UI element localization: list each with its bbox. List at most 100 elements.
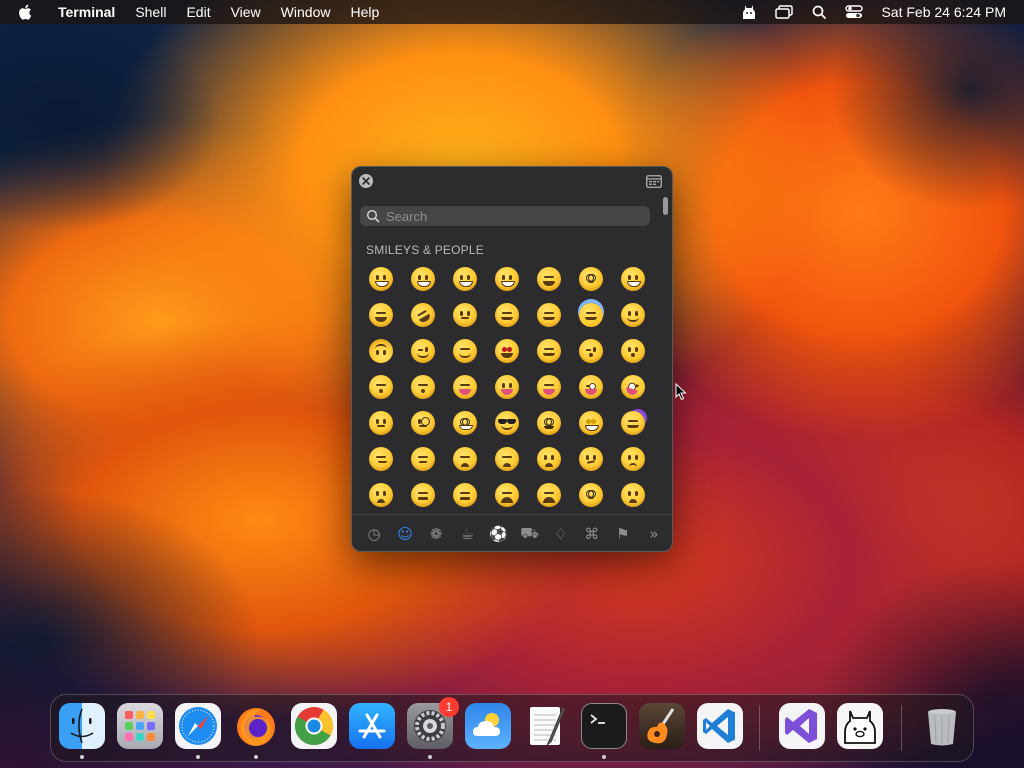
emoji-wink[interactable] [402,333,444,369]
emoji-squint-tongue[interactable] [528,369,570,405]
slight-smile-face-icon [621,303,645,327]
kissing-smiling-eyes-face-icon [369,375,393,399]
emoji-smirk[interactable] [360,441,402,477]
weather-icon[interactable] [465,703,511,749]
emoji-pensive[interactable] [486,441,528,477]
control-center-icon[interactable] [845,4,864,20]
emoji-cry[interactable] [612,477,654,513]
firefox-icon[interactable] [233,703,279,749]
chevron-double-right-icon[interactable]: » [644,524,664,544]
emoji-kiss-heart[interactable] [570,333,612,369]
emoji-pleading-2[interactable] [570,477,612,513]
safari-icon[interactable] [175,703,221,749]
emoji-sunglasses[interactable] [486,405,528,441]
category-bar: ◷ ☺ ❁ ☕ ⚽ ⛟ ♢ ⌘ ⚑ » [364,522,664,546]
emoji-disappointed[interactable] [444,441,486,477]
symbols-icon[interactable]: ⌘ [582,524,602,544]
emoji-sweat-smile[interactable] [612,261,654,297]
emoji-smiley[interactable] [402,261,444,297]
textedit-icon[interactable] [523,703,569,749]
emoji-joy[interactable] [360,297,402,333]
emoji-relieved[interactable] [444,333,486,369]
emoji-worried[interactable] [528,441,570,477]
emoji-confused[interactable] [570,441,612,477]
pensive-face-icon [495,447,519,471]
menu-view[interactable]: View [221,0,271,24]
cake-icon[interactable]: ☕ [457,524,477,544]
clock-icon[interactable]: ◷ [364,524,384,544]
emoji-grin[interactable] [486,261,528,297]
emoji-smile[interactable] [444,261,486,297]
smiley-icon[interactable]: ☺ [395,524,415,544]
screen-mirroring-icon[interactable] [775,4,794,20]
emoji-holding-tears[interactable] [444,297,486,333]
emoji-raised-eyebrow[interactable] [360,405,402,441]
character-viewer-icon[interactable] [646,175,662,188]
bear-icon[interactable]: ❁ [426,524,446,544]
emoji-innocent[interactable] [570,297,612,333]
emoji-monocle[interactable] [402,405,444,441]
menu-window[interactable]: Window [271,0,341,24]
garageband-icon[interactable] [639,703,685,749]
emoji-persevere[interactable] [402,477,444,513]
emoji-zany[interactable] [612,369,654,405]
menu-help[interactable]: Help [340,0,389,24]
sunglasses-face-icon [495,411,519,435]
emoji-partying[interactable] [612,405,654,441]
emoji-weary[interactable] [528,477,570,513]
lightbulb-icon[interactable]: ♢ [551,524,571,544]
emoji-kissing-closed-eyes[interactable] [402,369,444,405]
emoji-smiling-hearts[interactable] [528,333,570,369]
emoji-confounded[interactable] [444,477,486,513]
emoji-search-field[interactable] [360,206,650,226]
relaxed-face-icon [495,303,519,327]
confounded-face-icon [453,483,477,507]
menu-app-name[interactable]: Terminal [48,0,125,24]
apple-logo-icon[interactable] [18,4,32,20]
emoji-grinning[interactable] [360,261,402,297]
chrome-icon[interactable] [291,703,337,749]
emoji-disguised[interactable] [528,405,570,441]
emoji-upside-down[interactable] [360,333,402,369]
emoji-search-input[interactable] [386,208,626,224]
app-store-icon[interactable] [349,703,395,749]
emoji-frown[interactable] [360,477,402,513]
terminal-icon[interactable] [581,703,627,749]
flag-icon[interactable]: ⚑ [613,524,633,544]
emoji-wink-tongue[interactable] [570,369,612,405]
trash-icon[interactable] [919,703,965,749]
menu-edit[interactable]: Edit [176,0,220,24]
launchpad-icon[interactable] [117,703,163,749]
vscode-icon[interactable] [697,703,743,749]
emoji-unamused[interactable] [402,441,444,477]
emoji-blush[interactable] [528,297,570,333]
close-icon[interactable] [359,174,373,188]
visual-studio-icon[interactable] [779,703,825,749]
emoji-slight-smile[interactable] [612,297,654,333]
emoji-kissing[interactable] [612,333,654,369]
emoji-kissing-smiling-eyes[interactable] [360,369,402,405]
menu-bar-clock[interactable]: Sat Feb 24 6:24 PM [881,4,1006,20]
tired-face-icon [495,483,519,507]
running-indicator [80,755,84,759]
menu-shell[interactable]: Shell [125,0,176,24]
emoji-laughing[interactable] [528,261,570,297]
car-icon[interactable]: ⛟ [520,524,540,544]
emoji-nerd[interactable] [444,405,486,441]
ollama-icon[interactable] [837,703,883,749]
search-icon[interactable] [810,4,828,20]
emoji-yum[interactable] [444,369,486,405]
emoji-heart-eyes[interactable] [486,333,528,369]
ball-icon[interactable]: ⚽ [488,524,508,544]
emoji-slight-frown[interactable] [612,441,654,477]
emoji-tongue[interactable] [486,369,528,405]
emoji-tired[interactable] [486,477,528,513]
emoji-star-struck[interactable] [570,405,612,441]
emoji-rofl[interactable] [402,297,444,333]
scrollbar-thumb[interactable] [663,197,668,215]
emoji-relaxed[interactable] [486,297,528,333]
finder-icon[interactable] [59,703,105,749]
emoji-pleading[interactable] [570,261,612,297]
settings-icon[interactable]: 1 [407,697,459,749]
ollama-icon[interactable] [740,4,758,20]
